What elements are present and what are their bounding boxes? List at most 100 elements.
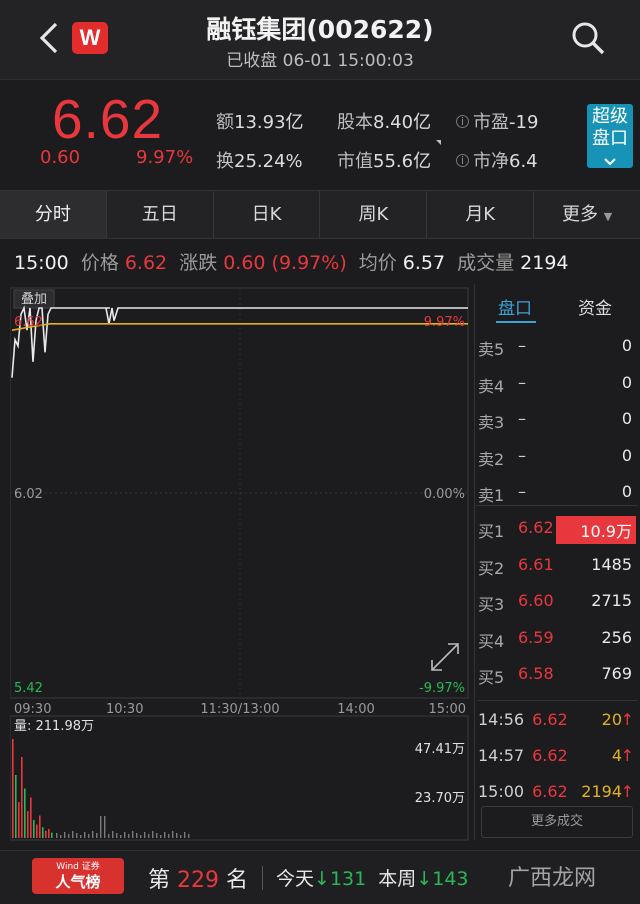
ask-row-4[interactable]: 卖1– 0: [478, 482, 636, 518]
rank-prefix: 第: [148, 868, 171, 893]
bottom-divider: [262, 866, 263, 890]
bid-row-0[interactable]: 买1 6.62 10.9万: [478, 516, 636, 554]
volume-bar: [128, 834, 130, 838]
price-panel-frame: [10, 287, 469, 699]
volume-bar: [124, 832, 126, 838]
info-avg: 6.57: [402, 252, 446, 274]
tab-intraday[interactable]: 分时: [0, 191, 107, 238]
market-status: 已收盘 06-01 15:00:03: [226, 51, 414, 71]
tab-weekly-k[interactable]: 周K: [320, 191, 428, 238]
level-label: 买1: [478, 522, 505, 541]
dropdown-arrow-icon: ▼: [603, 210, 613, 223]
x-label-1500: 15:00: [429, 702, 466, 717]
tab-orderbook[interactable]: 盘口: [498, 294, 532, 319]
intraday-chart[interactable]: 叠加 6.62 9.97% 6.02 0.00% 5.42 -9.97% 09:…: [10, 284, 470, 844]
pb-stat[interactable]: i 市净6.4: [456, 147, 538, 173]
volume-bar: [112, 831, 114, 838]
volume-bar: [164, 832, 166, 838]
info-chg: 0.60 (9.97%): [223, 252, 347, 274]
wind-popularity-badge[interactable]: Wind 证券 人气榜: [32, 858, 124, 894]
volume-bar: [72, 831, 74, 838]
volume-bar: [84, 832, 86, 838]
overlay-button[interactable]: 叠加: [21, 292, 47, 307]
tab-daily-k[interactable]: 日K: [214, 191, 321, 238]
popularity-rank: 第 229 名: [148, 862, 248, 894]
super-btn-line2: 盘口: [592, 128, 628, 149]
bid-row-1[interactable]: 买2 6.61 1485: [478, 555, 636, 591]
mktcap-stat: 市值55.6亿: [337, 151, 432, 172]
price-change: 0.60: [40, 147, 81, 168]
volume-bar: [148, 834, 150, 838]
volume-bar: [104, 816, 106, 838]
level-volume: 0: [621, 482, 632, 501]
volume-bar: [120, 835, 122, 838]
level-price: –: [518, 445, 526, 465]
down-arrow-icon: ↓: [314, 868, 330, 890]
today-value: 131: [329, 868, 367, 890]
expand-icon[interactable]: [431, 643, 459, 671]
chevron-down-icon: [604, 158, 616, 166]
ask-row-0[interactable]: 卖5– 0: [478, 336, 636, 372]
volume-bar: [152, 831, 154, 838]
ask-row-3[interactable]: 卖2– 0: [478, 446, 636, 482]
pe-stat[interactable]: i 市盈-19: [456, 108, 538, 134]
tab-more-label: 更多: [561, 204, 598, 225]
up-arrow-icon: ↑: [620, 710, 634, 729]
level-volume: 0: [621, 445, 632, 465]
ask-row-2[interactable]: 卖3– 0: [478, 409, 636, 445]
pct-label-top: 9.97%: [424, 315, 465, 330]
super-orderbook-button[interactable]: 超级 盘口: [587, 104, 633, 168]
rank-suffix: 名: [226, 868, 249, 893]
volume-bar: [108, 834, 110, 838]
trade-price: 6.62: [532, 746, 568, 765]
shares-stat: 股本8.40亿: [337, 112, 432, 133]
more-trades-button[interactable]: 更多成交: [481, 806, 633, 838]
info-price: 6.62: [124, 252, 168, 274]
volume-mid-label: 23.70万: [415, 791, 465, 806]
week-value: 143: [432, 868, 469, 890]
volume-bar: [51, 832, 53, 838]
volume-bar: [76, 833, 78, 838]
up-arrow-icon: ↑: [620, 782, 634, 801]
volume-bar: [27, 811, 29, 838]
volume-top-label: 47.41万: [415, 742, 465, 757]
level-label: 卖5: [478, 340, 505, 359]
week-label: 本周: [378, 868, 417, 890]
level-label: 买2: [478, 558, 505, 578]
level-price: –: [518, 409, 526, 428]
trade-time: 14:57: [478, 746, 525, 765]
bid-row-4[interactable]: 买5 6.58 769: [478, 664, 636, 700]
info-price-label: 价格: [80, 252, 119, 274]
level-label: 卖4: [478, 376, 505, 396]
level-price: 6.62: [518, 518, 554, 537]
info-time: 15:00: [14, 252, 69, 274]
tab-funds[interactable]: 资金: [578, 294, 612, 319]
pct-label-mid: 0.00%: [424, 487, 465, 502]
tab-more[interactable]: 更多 ▼: [534, 191, 640, 238]
trades-separator: [478, 700, 638, 701]
bid-row-2[interactable]: 买3 6.60 2715: [478, 591, 636, 627]
level-volume: 1485: [591, 554, 632, 574]
x-label-0930: 09:30: [14, 702, 51, 717]
super-btn-line1: 超级: [592, 106, 628, 127]
tab-5day[interactable]: 五日: [107, 191, 214, 238]
rank-value: 229: [177, 868, 220, 893]
level-volume: 10.9万: [556, 516, 636, 544]
volume-label: 量: 211.98万: [14, 719, 94, 734]
watermark-text: 广西龙网: [508, 866, 597, 891]
level-volume: 256: [601, 627, 632, 647]
volume-bar: [184, 832, 186, 838]
volume-bar: [140, 835, 142, 838]
price-change-pct: 9.97%: [136, 147, 194, 168]
trade-volume: 2194: [581, 782, 622, 801]
search-icon[interactable]: [568, 18, 608, 58]
volume-bar: [39, 815, 41, 838]
ask-row-1[interactable]: 卖4– 0: [478, 373, 636, 409]
volume-bar: [92, 831, 94, 838]
trade-row-0: 14:56 6.62 20 ↑: [478, 710, 636, 729]
back-icon[interactable]: [34, 18, 70, 58]
bid-row-3[interactable]: 买4 6.59 256: [478, 628, 636, 664]
period-tabs: 分时 五日 日K 周K 月K 更多 ▼: [0, 190, 640, 239]
rank-change-stats: 今天↓131 本周↓143: [276, 864, 469, 891]
tab-monthly-k[interactable]: 月K: [427, 191, 535, 238]
